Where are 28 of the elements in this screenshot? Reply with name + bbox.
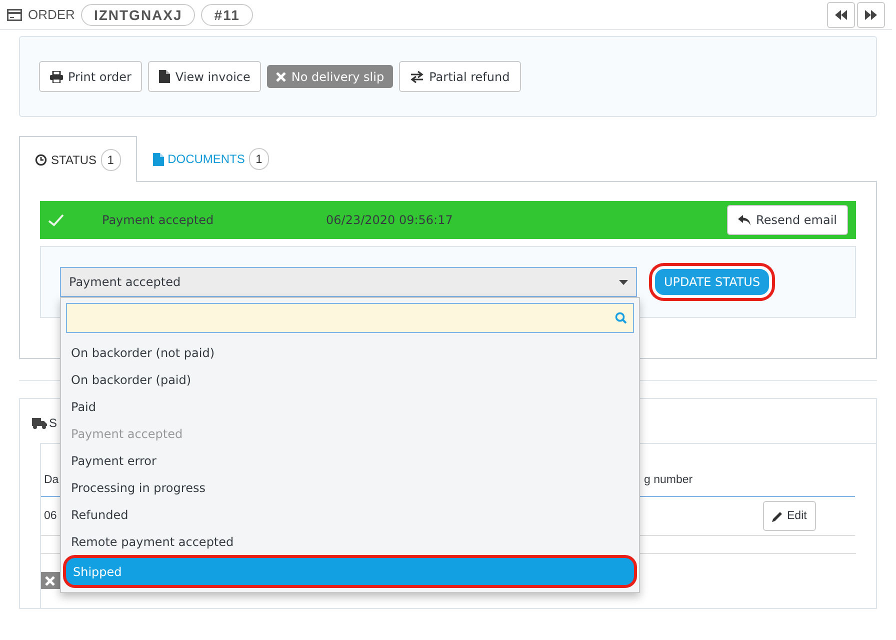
action-button[interactable]: Partial refund [399,61,521,92]
action-button[interactable]: View invoice [148,61,262,92]
order-title: ORDER [28,7,75,22]
dropdown-option[interactable]: Paid [66,393,634,420]
dropdown-option[interactable]: Processing in progress [66,474,634,501]
tab[interactable]: DOCUMENTS 1 [136,136,285,181]
tab[interactable]: STATUS 1 [19,136,137,182]
count-badge: 1 [248,148,269,170]
dropdown-option[interactable]: Payment error [66,447,634,474]
edit-button[interactable]: Edit [763,501,816,531]
status-name: Payment accepted [101,213,215,227]
order-reference: IZNTGNAXJ [80,4,196,26]
column-header: Da [44,474,59,486]
order-number: #11 [201,4,253,26]
shipping-tab-label: S [49,416,58,430]
table-cell: 06 [44,510,57,522]
column-header: g number [644,474,693,486]
count-badge: 1 [100,148,121,170]
tab-label: STATUS [51,152,97,166]
dropdown-option[interactable]: On backorder (not paid) [66,339,634,366]
resend-email-button[interactable]: Resend email [727,205,848,235]
dropdown-option[interactable]: Refunded [66,501,634,528]
action-button[interactable]: Print order [39,61,142,92]
tab-label: DOCUMENTS [168,152,245,166]
status-select[interactable]: Payment accepted [60,267,637,297]
dropdown-option[interactable]: On backorder (paid) [66,366,634,393]
dropdown-option[interactable]: Remote payment accepted [66,528,634,555]
status-date: 06/23/2020 09:56:17 [326,213,454,227]
